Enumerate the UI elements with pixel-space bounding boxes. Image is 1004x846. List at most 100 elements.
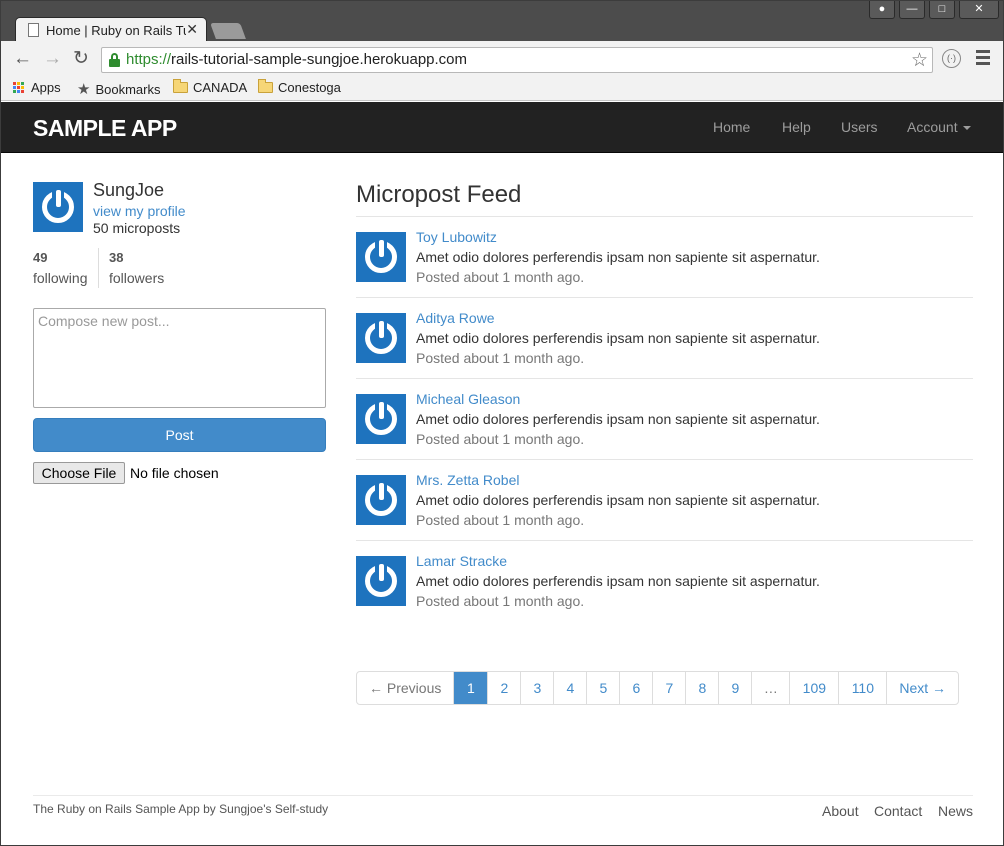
micropost-item: Lamar Stracke Amet odio dolores perferen… bbox=[356, 541, 973, 622]
back-arrow-icon[interactable]: ← bbox=[13, 49, 32, 69]
close-tab-icon[interactable]: ✕ bbox=[186, 21, 198, 38]
user-avatar[interactable] bbox=[33, 182, 83, 232]
page-link[interactable]: 6 bbox=[620, 672, 654, 704]
window-controls: ● — □ ✕ bbox=[869, 1, 999, 21]
author-avatar[interactable] bbox=[356, 556, 406, 606]
micropost-item: Micheal Gleason Amet odio dolores perfer… bbox=[356, 379, 973, 460]
page-link[interactable]: 3 bbox=[521, 672, 555, 704]
file-status-text: No file chosen bbox=[130, 465, 219, 481]
author-avatar[interactable] bbox=[356, 394, 406, 444]
page-link[interactable]: 8 bbox=[686, 672, 720, 704]
footer-divider bbox=[33, 795, 973, 796]
browser-toolbar: ← → ↻ https://rails-tutorial-sample-sung… bbox=[1, 41, 1003, 77]
micropost-item: Mrs. Zetta Robel Amet odio dolores perfe… bbox=[356, 460, 973, 541]
page-link-current[interactable]: 1 bbox=[454, 672, 489, 704]
footer-text: The bbox=[33, 802, 54, 816]
folder-icon bbox=[173, 79, 188, 93]
extension-icon[interactable]: (·) bbox=[942, 49, 961, 68]
bookmark-apps[interactable]: Apps bbox=[13, 80, 61, 95]
footer-about-link[interactable]: About bbox=[822, 803, 859, 819]
maximize-button[interactable]: □ bbox=[929, 1, 955, 19]
minimize-button[interactable]: — bbox=[899, 1, 925, 19]
app-logo[interactable]: SAMPLE APP bbox=[33, 115, 177, 142]
reload-icon[interactable]: ↻ bbox=[73, 49, 89, 69]
bookmark-label: Bookmarks bbox=[95, 81, 161, 97]
bookmark-canada[interactable]: CANADA bbox=[173, 79, 248, 95]
apps-grid-icon bbox=[13, 82, 26, 93]
footer-news-link[interactable]: News bbox=[938, 803, 973, 819]
following-label[interactable]: following bbox=[33, 270, 87, 286]
nav-account-dropdown[interactable]: Account bbox=[907, 119, 971, 135]
new-tab-button[interactable] bbox=[210, 23, 246, 39]
next-page[interactable]: Next → bbox=[887, 672, 958, 704]
page-link[interactable]: 9 bbox=[719, 672, 753, 704]
user-icon[interactable]: ● bbox=[869, 1, 895, 19]
author-avatar[interactable] bbox=[356, 475, 406, 525]
post-author-link[interactable]: Aditya Rowe bbox=[416, 310, 495, 326]
post-content: Amet odio dolores perferendis ipsam non … bbox=[416, 249, 820, 265]
page-link[interactable]: 109 bbox=[790, 672, 840, 704]
page-link[interactable]: 4 bbox=[554, 672, 588, 704]
footer-contact-link[interactable]: Contact bbox=[874, 803, 922, 819]
stats-divider bbox=[98, 248, 99, 288]
post-author-link[interactable]: Micheal Gleason bbox=[416, 391, 520, 407]
page-link[interactable]: 5 bbox=[587, 672, 621, 704]
page-link[interactable]: 2 bbox=[488, 672, 522, 704]
micropost-count: 50 microposts bbox=[93, 220, 181, 236]
page-gap: … bbox=[752, 672, 791, 704]
bookmark-label: Conestoga bbox=[278, 80, 341, 95]
author-avatar[interactable] bbox=[356, 232, 406, 282]
nav-help[interactable]: Help bbox=[782, 119, 811, 135]
followers-label[interactable]: followers bbox=[109, 270, 164, 286]
app-navbar: SAMPLE APP Home Help Users Account bbox=[1, 102, 1003, 153]
post-content: Amet odio dolores perferendis ipsam non … bbox=[416, 573, 820, 589]
choose-file-button[interactable]: Choose File bbox=[33, 462, 125, 484]
post-content: Amet odio dolores perferendis ipsam non … bbox=[416, 330, 820, 346]
micropost-item: Aditya Rowe Amet odio dolores perferendi… bbox=[356, 298, 973, 379]
close-window-button[interactable]: ✕ bbox=[959, 1, 999, 19]
page-icon bbox=[28, 23, 39, 37]
page-link[interactable]: 110 bbox=[839, 672, 888, 704]
post-author-link[interactable]: Mrs. Zetta Robel bbox=[416, 472, 519, 488]
lock-icon bbox=[109, 53, 120, 67]
followers-count[interactable]: 38 bbox=[109, 250, 123, 265]
post-author-link[interactable]: Toy Lubowitz bbox=[416, 229, 497, 245]
post-timestamp: Posted about 1 month ago. bbox=[416, 512, 585, 528]
address-bar[interactable]: https://rails-tutorial-sample-sungjoe.he… bbox=[101, 47, 933, 73]
post-timestamp: Posted about 1 month ago. bbox=[416, 269, 585, 285]
bookmark-bookmarks[interactable]: ★ Bookmarks bbox=[77, 80, 160, 98]
user-name: SungJoe bbox=[93, 180, 165, 200]
bookmarks-bar: Apps ★ Bookmarks CANADA Conestoga bbox=[1, 77, 1003, 101]
bookmark-conestoga[interactable]: Conestoga bbox=[258, 79, 341, 95]
previous-page[interactable]: ← Previous bbox=[357, 672, 455, 704]
post-timestamp: Posted about 1 month ago. bbox=[416, 431, 585, 447]
url-text: https://rails-tutorial-sample-sungjoe.he… bbox=[126, 51, 468, 68]
following-count[interactable]: 49 bbox=[33, 250, 47, 265]
author-avatar[interactable] bbox=[356, 313, 406, 363]
bookmark-label: CANADA bbox=[193, 80, 248, 95]
caret-down-icon bbox=[962, 126, 971, 131]
title-bar: Home | Ruby on Rails Tutorial Sample App… bbox=[1, 1, 1003, 43]
micropost-item: Toy Lubowitz Amet odio dolores perferend… bbox=[356, 217, 973, 298]
star-icon: ★ bbox=[77, 81, 91, 98]
post-author-link[interactable]: Lamar Stracke bbox=[416, 553, 507, 569]
forward-arrow-icon[interactable]: → bbox=[43, 49, 62, 69]
footer-app-link[interactable]: Ruby on Rails Sample App bbox=[57, 802, 200, 816]
bookmark-star-icon[interactable]: ☆ bbox=[911, 49, 928, 72]
footer-credits: The Ruby on Rails Sample App by Sungjoe'… bbox=[33, 802, 328, 816]
nav-users[interactable]: Users bbox=[841, 119, 878, 135]
page-link[interactable]: 7 bbox=[653, 672, 687, 704]
nav-home[interactable]: Home bbox=[713, 119, 750, 135]
compose-post-textarea[interactable] bbox=[33, 308, 326, 408]
folder-icon bbox=[258, 79, 273, 93]
post-timestamp: Posted about 1 month ago. bbox=[416, 350, 585, 366]
post-content: Amet odio dolores perferendis ipsam non … bbox=[416, 411, 820, 427]
footer-author-link[interactable]: Sungjoe's Self-study bbox=[219, 802, 328, 816]
menu-icon[interactable] bbox=[976, 50, 990, 68]
nav-account-label: Account bbox=[907, 119, 958, 135]
post-button[interactable]: Post bbox=[33, 418, 326, 452]
footer-text: by bbox=[203, 802, 216, 816]
view-profile-link[interactable]: view my profile bbox=[93, 203, 186, 219]
browser-tab[interactable]: Home | Ruby on Rails Tutorial Sample App… bbox=[15, 17, 207, 43]
bookmark-label: Apps bbox=[31, 80, 61, 95]
